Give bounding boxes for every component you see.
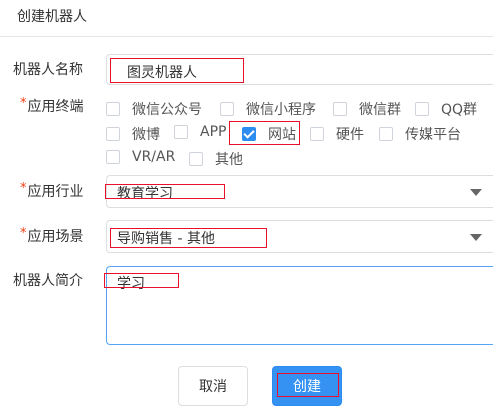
intro-label: 机器人简介: [13, 273, 83, 289]
terminal-option-hardware[interactable]: 硬件: [310, 124, 364, 144]
checkbox[interactable]: [415, 102, 429, 116]
industry-value: 教育学习: [117, 186, 173, 202]
required-mark: *: [20, 96, 27, 111]
name-input[interactable]: 图灵机器人: [106, 54, 493, 85]
intro-textarea[interactable]: 学习: [106, 266, 493, 345]
name-label: 机器人名称: [13, 62, 83, 78]
checkbox[interactable]: [106, 102, 120, 116]
terminal-option-other[interactable]: 其他: [189, 149, 243, 169]
scene-label: *应用场景: [20, 226, 84, 245]
required-mark: *: [20, 226, 27, 241]
checkbox[interactable]: [379, 127, 393, 141]
terminal-option-vr-ar[interactable]: VR/AR: [106, 149, 175, 165]
name-value: 图灵机器人: [127, 65, 197, 81]
terminal-option-media-platform[interactable]: 传媒平台: [379, 124, 461, 144]
scene-select[interactable]: 导购销售 - 其他: [106, 220, 493, 253]
terminal-option-app[interactable]: APP: [174, 124, 226, 140]
terminal-option-website[interactable]: 网站: [242, 124, 296, 144]
chevron-down-icon: [470, 188, 482, 196]
checkbox[interactable]: [220, 102, 234, 116]
industry-select[interactable]: 教育学习: [106, 175, 493, 208]
intro-value: 学习: [117, 276, 145, 292]
checkbox[interactable]: [333, 102, 347, 116]
dialog-header: 创建机器人: [0, 0, 493, 37]
chevron-down-icon: [470, 233, 482, 241]
cancel-button[interactable]: 取消: [178, 366, 248, 406]
industry-label: *应用行业: [20, 181, 84, 200]
scene-value: 导购销售 - 其他: [117, 231, 215, 247]
terminal-label: *应用终端: [20, 96, 84, 115]
checkbox[interactable]: [310, 127, 324, 141]
checkbox[interactable]: [174, 125, 188, 139]
terminal-option-wechat-group[interactable]: 微信群: [333, 99, 401, 119]
checkbox[interactable]: [106, 127, 120, 141]
dialog-title: 创建机器人: [17, 9, 87, 25]
terminal-option-weibo[interactable]: 微博: [106, 124, 160, 144]
terminal-option-wechat-official[interactable]: 微信公众号: [106, 99, 202, 119]
checkbox-checked[interactable]: [242, 127, 256, 141]
terminal-option-qq-group[interactable]: QQ群: [415, 99, 477, 119]
checkbox[interactable]: [106, 150, 120, 164]
checkbox[interactable]: [189, 152, 203, 166]
terminal-option-wechat-miniprogram[interactable]: 微信小程序: [220, 99, 316, 119]
required-mark: *: [20, 181, 27, 196]
create-button[interactable]: 创建: [272, 366, 342, 406]
